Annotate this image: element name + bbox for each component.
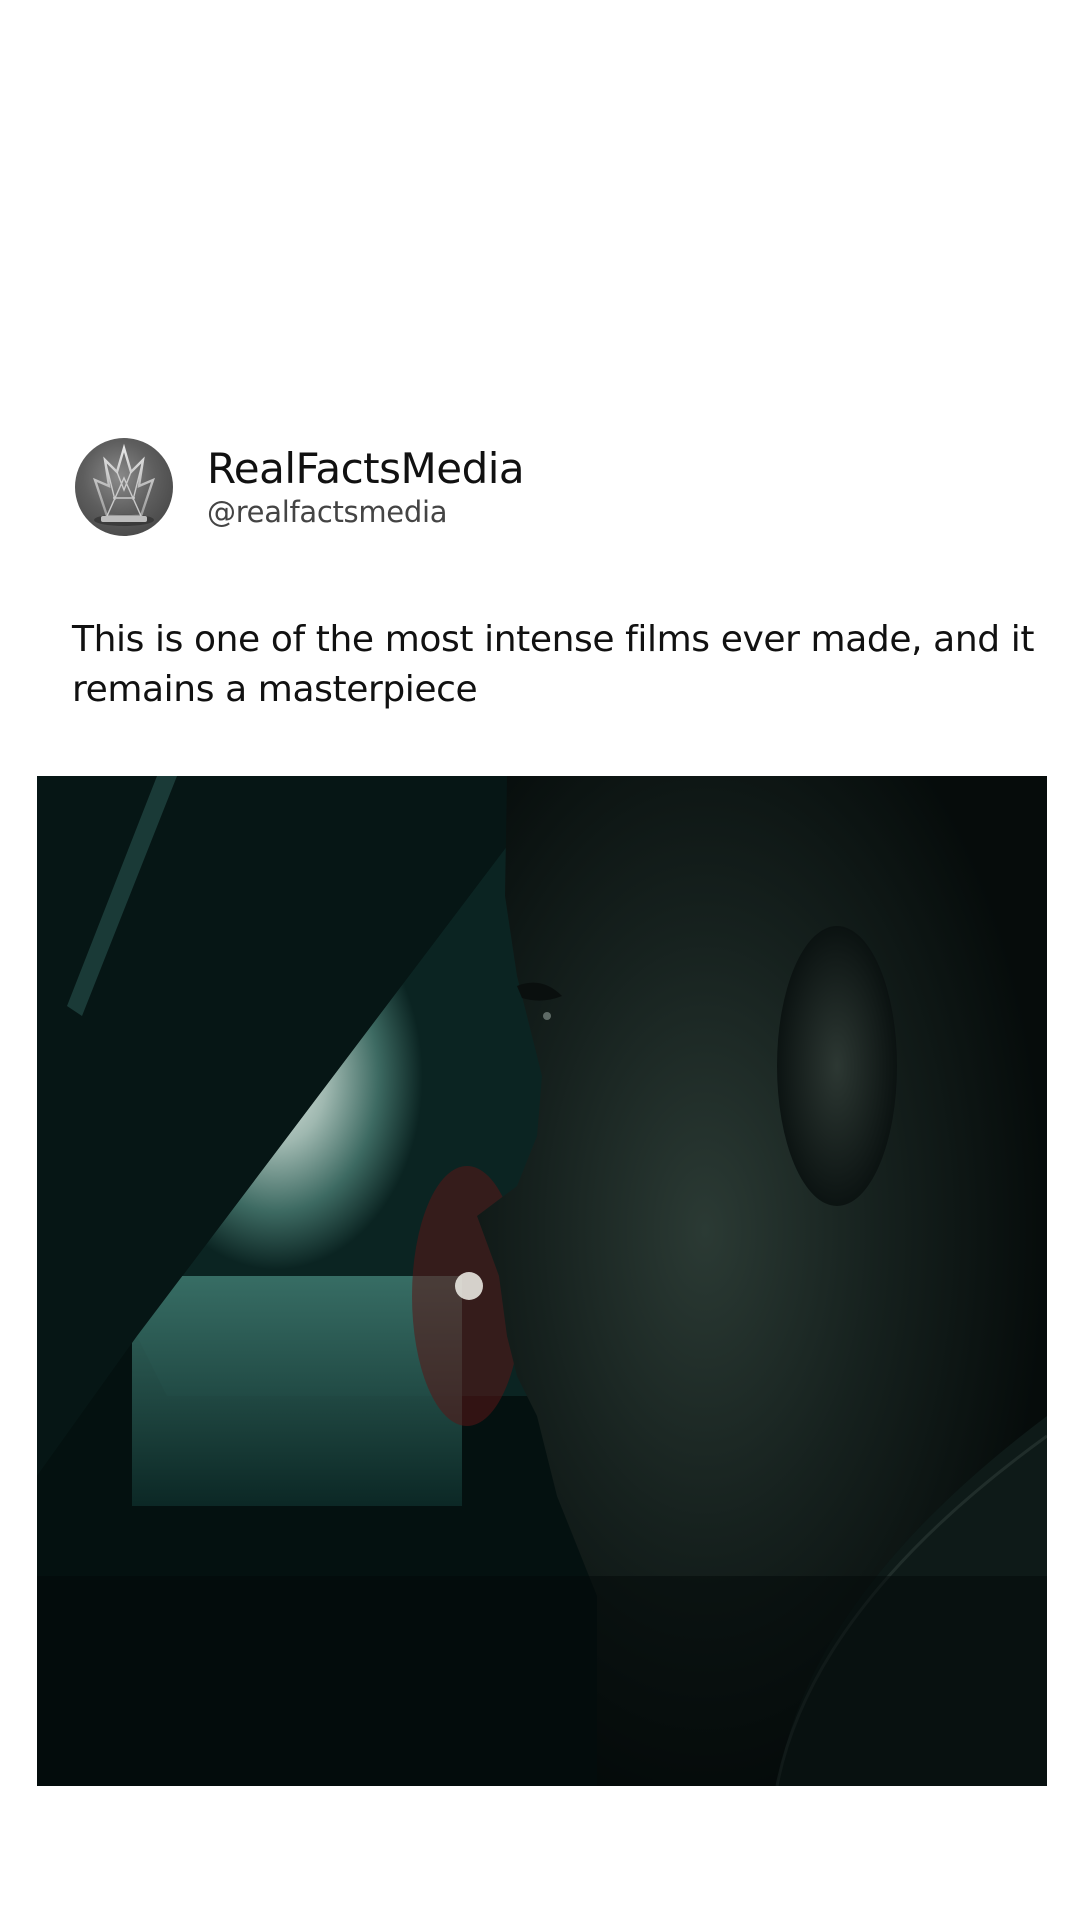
post-text: This is one of the most intense films ev… xyxy=(72,619,1035,710)
post-media[interactable] xyxy=(37,776,1047,1786)
crystal-crown-icon xyxy=(93,443,155,526)
display-name[interactable]: RealFactsMedia xyxy=(207,444,525,494)
film-still-image xyxy=(37,776,1047,1786)
author-names: RealFactsMedia @realfactsmedia xyxy=(207,444,525,530)
avatar[interactable] xyxy=(75,438,173,536)
handle[interactable]: @realfactsmedia xyxy=(207,494,524,530)
post-header: RealFactsMedia @realfactsmedia xyxy=(75,438,525,536)
